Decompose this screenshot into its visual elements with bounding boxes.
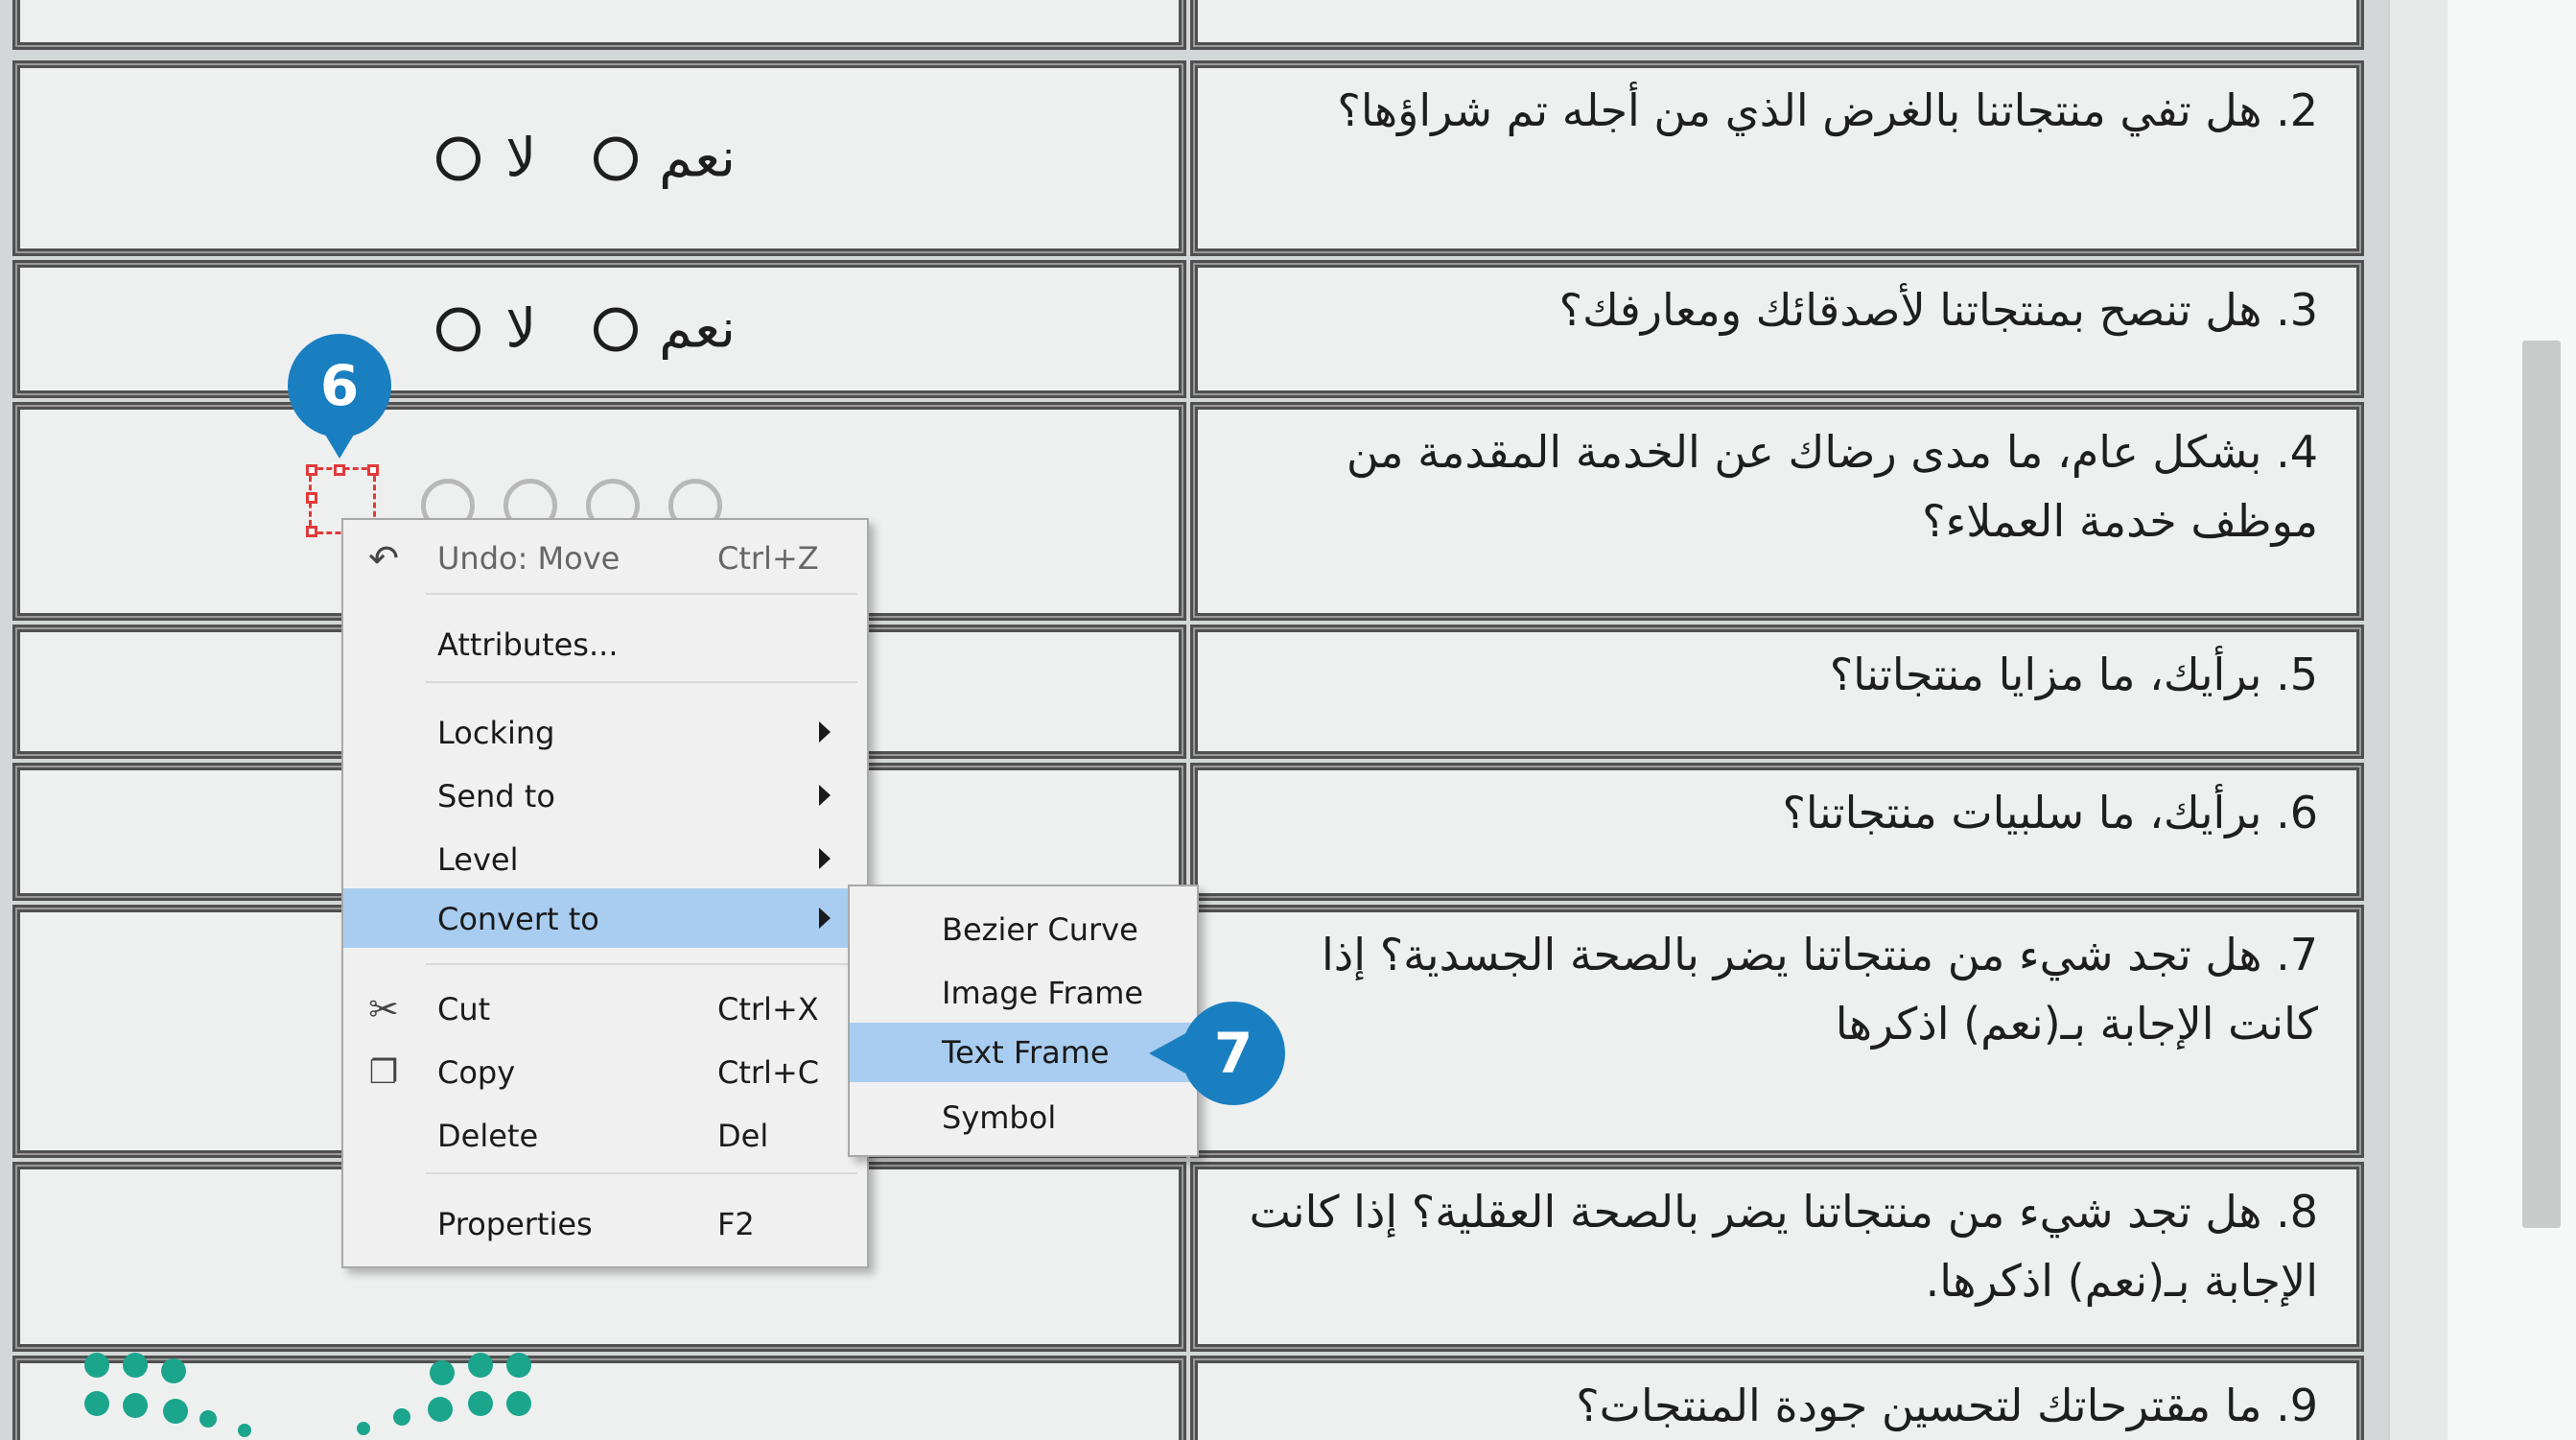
question-text: 5. برأيك، ما مزايا منتجاتنا؟ — [1829, 649, 2318, 700]
submenu-item-label: Bezier Curve — [942, 911, 1138, 948]
submenu-item-symbol[interactable]: Symbol — [850, 1088, 1197, 1147]
submenu-item-image-frame[interactable]: Image Frame — [850, 963, 1197, 1023]
chevron-right-icon — [819, 785, 831, 806]
question-cell-q7: 7. هل تجد شيء من منتجاتنا يضر بالصحة الج… — [1195, 909, 2359, 1153]
menu-item-label: Locking — [437, 715, 555, 751]
menu-item-label: Send to — [437, 778, 555, 814]
question-cell-q2: 2. هل تفي منتجاتنا بالغرض الذي من أجله ت… — [1195, 65, 2359, 251]
answer-cell-q2: نعم لا — [17, 65, 1182, 251]
question-text: 7. هل تجد شيء من منتجاتنا يضر بالصحة الج… — [1322, 929, 2318, 1050]
menu-item-properties[interactable]: Properties F2 — [343, 1193, 867, 1253]
resize-handle[interactable] — [334, 464, 345, 476]
menu-item-label: Undo: Move — [437, 540, 621, 577]
menu-item-shortcut: F2 — [717, 1206, 755, 1242]
yes-radio[interactable] — [594, 136, 639, 180]
menu-item-label: Level — [437, 841, 519, 878]
undo-icon: ↶ — [368, 537, 399, 579]
yes-radio[interactable] — [594, 307, 639, 351]
resize-handle[interactable] — [306, 464, 317, 476]
question-cell-q4: 4. بشكل عام، ما مدى رضاك عن الخدمة المقد… — [1195, 407, 2359, 616]
question-cell-q3: 3. هل تنصح بمنتجاتنا لأصدقائك ومعارفك؟ — [1195, 265, 2359, 393]
step-callout-6: 6 — [288, 334, 391, 459]
menu-item-convert-to[interactable]: Convert to — [343, 888, 867, 948]
menu-item-label: Convert to — [437, 901, 599, 937]
submenu-item-label: Text Frame — [942, 1034, 1110, 1071]
yes-no-choice-q3: نعم لا — [436, 298, 757, 361]
step-callout-7: 7 — [1149, 1002, 1285, 1105]
resize-handle[interactable] — [367, 464, 379, 476]
question-text: 8. هل تجد شيء من منتجاتنا يضر بالصحة الع… — [1249, 1186, 2318, 1307]
menu-item-label: Cut — [437, 991, 491, 1027]
question-cell-q6: 6. برأيك، ما سلبيات منتجاتنا؟ — [1195, 767, 2359, 896]
answer-cell-q3: نعم لا — [17, 265, 1182, 393]
yes-no-choice-q2: نعم لا — [436, 128, 757, 190]
copy-icon: ❐ — [368, 1053, 399, 1092]
question-cell-q8: 8. هل تجد شيء من منتجاتنا يضر بالصحة الع… — [1195, 1167, 2359, 1347]
menu-item-label: Copy — [437, 1054, 516, 1091]
ministry-logo — [84, 1353, 545, 1440]
menu-item-shortcut: Ctrl+Z — [717, 540, 819, 577]
convert-to-submenu: Bezier Curve Image Frame Text Frame Symb… — [848, 885, 1199, 1157]
menu-item-label: Attributes... — [437, 626, 619, 663]
menu-item-shortcut: Ctrl+X — [717, 991, 819, 1027]
question-text: 9. ما مقترحاتك لتحسين جودة المنتجات؟ — [1576, 1380, 2318, 1431]
submenu-item-label: Image Frame — [942, 975, 1144, 1011]
no-label: لا — [505, 127, 537, 190]
menu-item-shortcut: Ctrl+C — [717, 1054, 820, 1091]
context-menu: ↶ Undo: Move Ctrl+Z Attributes... Lockin… — [341, 518, 869, 1268]
submenu-item-label: Symbol — [942, 1099, 1057, 1136]
submenu-item-text-frame[interactable]: Text Frame — [850, 1023, 1197, 1082]
menu-item-label: Properties — [437, 1206, 593, 1242]
question-cell-q5: 5. برأيك، ما مزايا منتجاتنا؟ — [1195, 629, 2359, 754]
yes-label: نعم — [659, 127, 736, 190]
screenshot: نعم لا 2. هل تفي منتجاتنا بالغرض الذي من… — [0, 0, 2576, 1440]
chevron-right-icon — [819, 848, 831, 869]
question-text: 6. برأيك، ما سلبيات منتجاتنا؟ — [1782, 787, 2318, 838]
resize-handle[interactable] — [306, 526, 317, 537]
resize-handle[interactable] — [306, 492, 317, 504]
yes-label: نعم — [659, 297, 736, 361]
menu-item-send-to[interactable]: Send to — [343, 766, 867, 825]
question-cell-q9: 9. ما مقترحاتك لتحسين جودة المنتجات؟ — [1195, 1360, 2359, 1440]
chevron-right-icon — [819, 721, 831, 743]
menu-item-undo[interactable]: ↶ Undo: Move Ctrl+Z — [343, 528, 867, 587]
question-text: 2. هل تفي منتجاتنا بالغرض الذي من أجله ت… — [1337, 84, 2318, 136]
no-label: لا — [505, 297, 537, 361]
question-text: 3. هل تنصح بمنتجاتنا لأصدقائك ومعارفك؟ — [1558, 284, 2318, 336]
no-radio[interactable] — [436, 136, 481, 180]
menu-item-delete[interactable]: Delete Del — [343, 1105, 867, 1165]
answer-cell-q1 — [17, 0, 1182, 45]
menu-item-level[interactable]: Level — [343, 829, 867, 888]
question-text: 4. بشكل عام، ما مدى رضاك عن الخدمة المقد… — [1346, 426, 2318, 547]
menu-separator — [426, 963, 857, 965]
menu-separator — [426, 593, 857, 595]
menu-separator — [426, 1172, 857, 1174]
vertical-scrollbar[interactable] — [2522, 341, 2561, 1228]
submenu-item-bezier-curve[interactable]: Bezier Curve — [850, 900, 1197, 959]
menu-item-locking[interactable]: Locking — [343, 702, 867, 762]
menu-separator — [426, 681, 857, 683]
menu-item-shortcut: Del — [717, 1118, 769, 1154]
question-cell-q1 — [1195, 0, 2359, 45]
menu-item-copy[interactable]: ❐ Copy Ctrl+C — [343, 1042, 867, 1101]
menu-item-attributes[interactable]: Attributes... — [343, 614, 867, 673]
page-margin — [2388, 0, 2447, 1440]
scissors-icon: ✂ — [368, 988, 399, 1030]
chevron-right-icon — [819, 908, 831, 929]
no-radio[interactable] — [436, 307, 481, 351]
menu-item-label: Delete — [437, 1118, 539, 1154]
menu-item-cut[interactable]: ✂ Cut Ctrl+X — [343, 979, 867, 1038]
